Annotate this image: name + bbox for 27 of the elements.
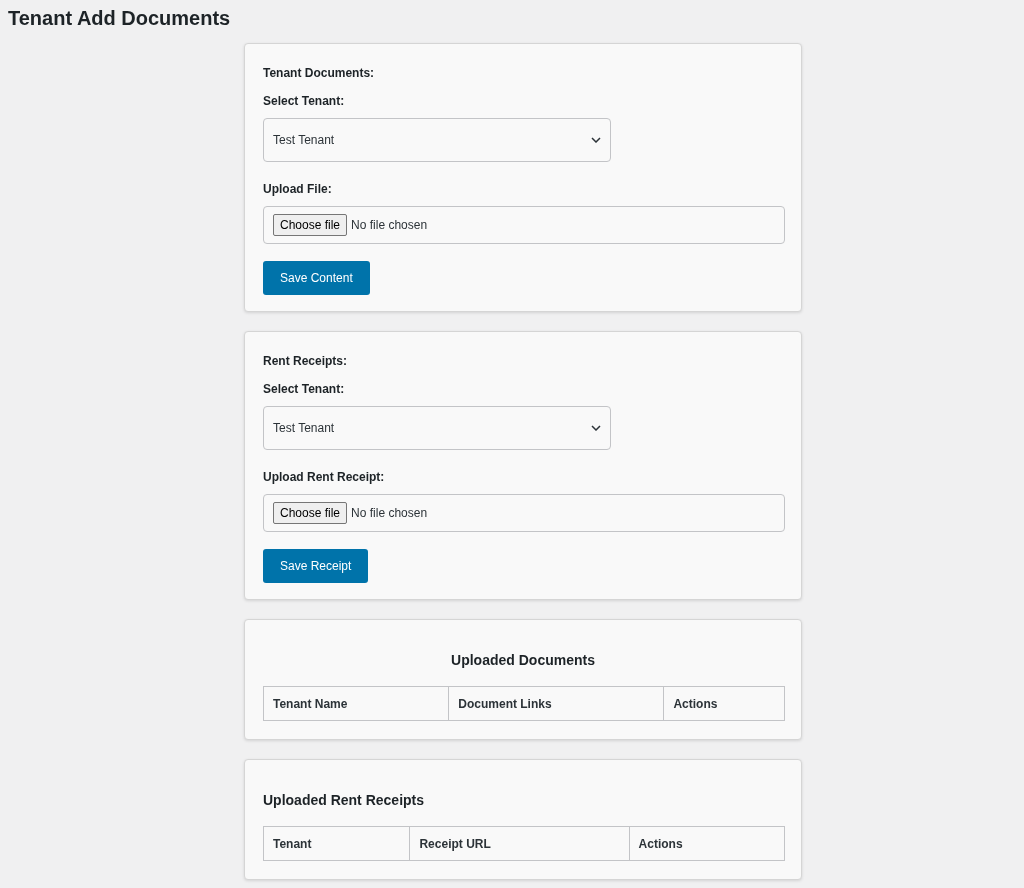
column-header: Receipt URL: [409, 827, 629, 860]
file-input[interactable]: Choose file No file chosen: [263, 206, 785, 244]
column-header: Tenant: [272, 835, 313, 853]
field-label: Upload Rent Receipt:: [263, 469, 386, 486]
field-label: Select Tenant:: [263, 93, 346, 110]
page-title: Tenant Add Documents: [7, 6, 232, 30]
tenant-select[interactable]: Test Tenant: [263, 406, 611, 450]
file-status: No file chosen: [351, 505, 428, 522]
column-header: Actions: [628, 827, 784, 860]
chevron-down-icon: [591, 425, 601, 431]
field-label: Select Tenant:: [263, 381, 346, 398]
column-header: Tenant Name: [272, 695, 349, 713]
choose-file-button[interactable]: Choose file: [273, 214, 348, 236]
table-title: Uploaded Rent Receipts: [263, 791, 426, 810]
column-header: Actions: [663, 687, 784, 720]
tenant-select[interactable]: Test Tenant: [263, 118, 611, 162]
save-button[interactable]: Save Receipt: [263, 549, 369, 583]
chevron-down-icon: [591, 137, 601, 143]
section-heading: Tenant Documents:: [263, 65, 376, 82]
choose-file-button[interactable]: Choose file: [273, 502, 348, 524]
field-label: Upload File:: [263, 181, 333, 198]
section-heading: Rent Receipts:: [263, 353, 349, 370]
file-status: No file chosen: [351, 217, 428, 234]
file-input[interactable]: Choose file No file chosen: [263, 494, 785, 532]
column-header: Document Links: [448, 687, 664, 720]
save-button[interactable]: Save Content: [263, 261, 370, 295]
table-title: Uploaded Documents: [450, 651, 596, 670]
